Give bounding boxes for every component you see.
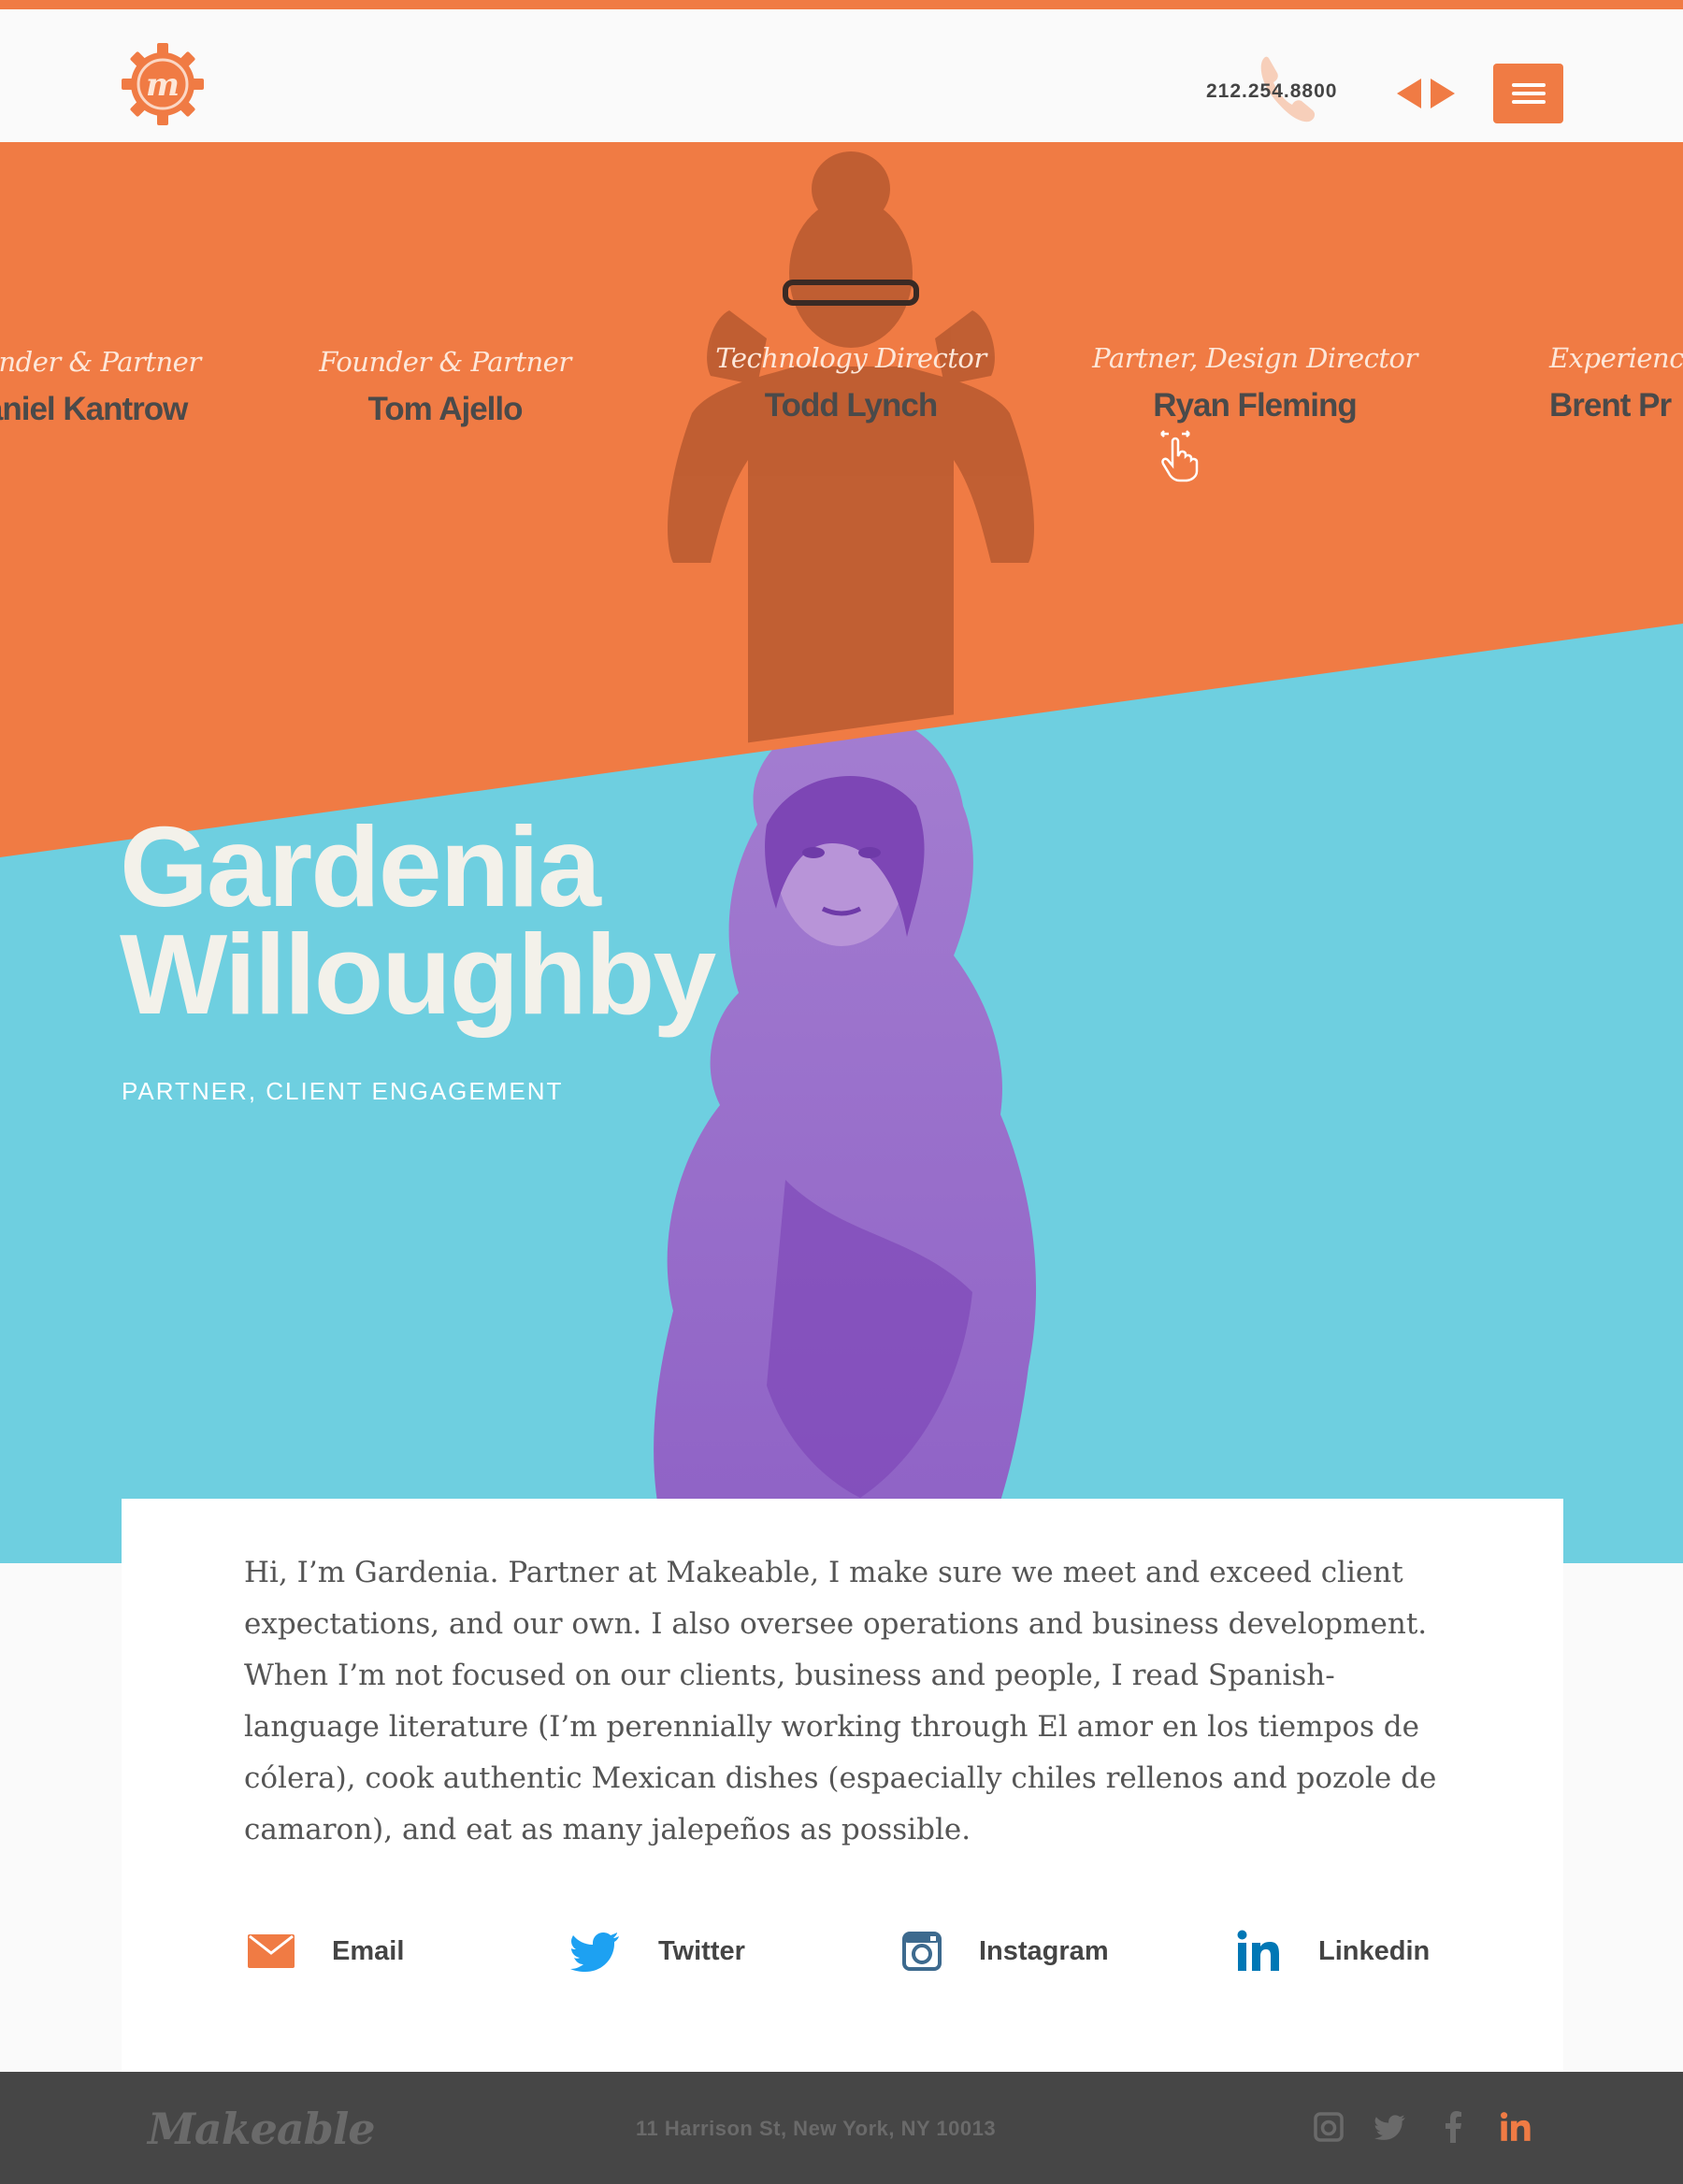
twitter-bird-icon bbox=[570, 1933, 619, 1972]
hamburger-menu-button[interactable] bbox=[1493, 64, 1563, 123]
profile-first-name: Gardenia bbox=[120, 803, 601, 930]
top-accent-bar bbox=[0, 0, 1683, 9]
team-member-name: Brent Pr bbox=[1549, 387, 1672, 424]
instagram-icon[interactable] bbox=[1313, 2111, 1345, 2143]
team-member[interactable]: Founder & Partner Tom Ajello bbox=[277, 346, 613, 428]
bio-card: Hi, I’m Gardenia. Partner at Makeable, I… bbox=[122, 1499, 1563, 2072]
footer-address: 11 Harrison St, New York, NY 10013 bbox=[636, 2117, 997, 2140]
svg-text:m: m bbox=[146, 66, 180, 104]
team-member-role: Experience Director bbox=[1549, 342, 1683, 374]
site-header: m 212.254.8800 bbox=[0, 9, 1683, 142]
previous-arrow-icon[interactable] bbox=[1395, 77, 1423, 110]
email-link[interactable]: Email bbox=[248, 1923, 404, 1979]
profile-role: PARTNER, CLIENT ENGAGEMENT bbox=[122, 1077, 564, 1105]
team-member-role: Founder & Partner bbox=[0, 346, 201, 378]
hand-pointer-icon bbox=[1160, 430, 1199, 482]
phone-number[interactable]: 212.254.8800 bbox=[1206, 80, 1337, 103]
team-member[interactable]: Technology Director Todd Lynch bbox=[683, 342, 1019, 424]
profile-name-heading: Gardenia Willoughby bbox=[120, 803, 716, 1038]
site-footer: Makeable 11 Harrison St, New York, NY 10… bbox=[0, 2072, 1683, 2184]
menu-line bbox=[1512, 92, 1546, 95]
twitter-bird-icon[interactable] bbox=[1374, 2111, 1406, 2143]
team-member-role: Partner, Design Director bbox=[1092, 342, 1417, 374]
next-arrow-icon[interactable] bbox=[1429, 77, 1457, 110]
email-label: Email bbox=[332, 1935, 405, 1966]
facebook-icon[interactable] bbox=[1438, 2111, 1470, 2143]
makeable-gear-logo[interactable]: m bbox=[120, 41, 206, 127]
linkedin-label: Linkedin bbox=[1318, 1935, 1431, 1966]
profile-last-name: Willoughby bbox=[120, 910, 716, 1038]
team-member-name: Ryan Fleming bbox=[1153, 387, 1357, 424]
team-member-name: Todd Lynch bbox=[764, 387, 938, 424]
team-member[interactable]: Experience Director Brent Pr bbox=[1493, 342, 1683, 424]
linkedin-icon[interactable] bbox=[1500, 2111, 1532, 2143]
team-member-role: Founder & Partner bbox=[319, 346, 571, 378]
bio-text: Hi, I’m Gardenia. Partner at Makeable, I… bbox=[244, 1556, 1437, 1846]
twitter-link[interactable]: Twitter bbox=[570, 1923, 745, 1979]
footer-logo[interactable]: Makeable bbox=[148, 2104, 376, 2154]
team-member[interactable]: Founder & Partner Daniel Kantrow bbox=[0, 346, 243, 428]
team-member-name: Tom Ajello bbox=[367, 391, 524, 427]
linkedin-link[interactable]: Linkedin bbox=[1236, 1923, 1430, 1979]
envelope-icon bbox=[248, 1934, 295, 1968]
menu-line bbox=[1512, 100, 1546, 104]
twitter-label: Twitter bbox=[658, 1935, 745, 1966]
team-member-role: Technology Director bbox=[715, 342, 986, 374]
team-member[interactable]: Partner, Design Director Ryan Fleming bbox=[1086, 342, 1423, 424]
profile-hero: Founder & Partner Daniel Kantrow Founder… bbox=[0, 142, 1683, 1563]
instagram-label: Instagram bbox=[979, 1935, 1109, 1966]
linkedin-icon bbox=[1237, 1930, 1279, 1971]
instagram-icon bbox=[902, 1932, 942, 1971]
team-member-name: Daniel Kantrow bbox=[0, 391, 188, 427]
menu-line bbox=[1512, 83, 1546, 87]
instagram-link[interactable]: Instagram bbox=[902, 1923, 1109, 1979]
